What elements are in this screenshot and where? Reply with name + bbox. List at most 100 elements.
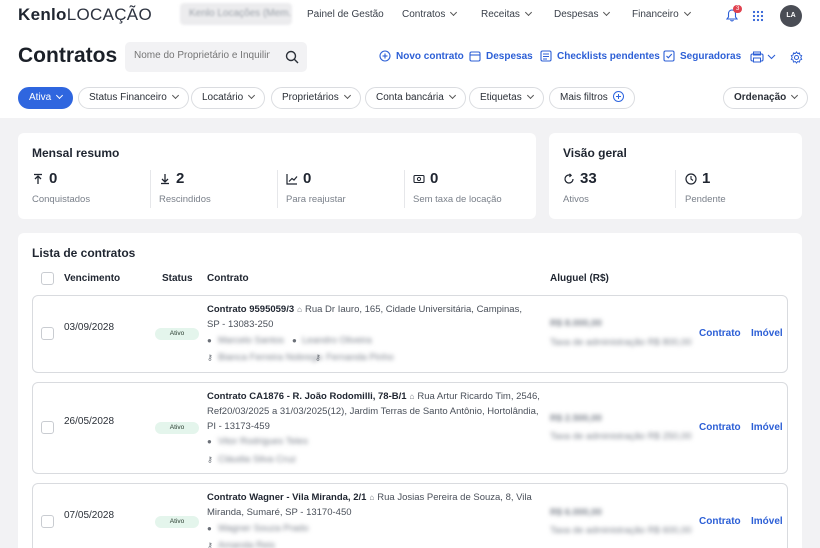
metric-rescindidos: 2 [159,170,184,187]
top-navbar: KenloLOCAÇÃO Kenlo Locações (Mem... Pain… [0,0,820,32]
person-icon: ● [207,437,212,446]
arrow-down-bar-icon [161,173,169,184]
search-box [125,42,307,72]
gear-icon[interactable] [790,51,803,64]
clock-icon [685,172,697,185]
filter-bank-account[interactable]: Conta bancária [365,87,466,109]
divider [404,170,405,208]
arrow-up-bar-icon [34,173,42,184]
search-input[interactable] [134,50,270,61]
metric-label: Sem taxa de locação [413,194,502,205]
notification-badge: 3 [733,5,743,13]
page-title: Contratos [18,44,118,67]
chevron-down-icon [343,91,351,100]
row-checkbox[interactable] [41,515,54,528]
refresh-icon [564,172,574,184]
home-icon: ⌂ [297,305,302,314]
rent-value: R$ 6.000,00 [550,507,602,518]
guarantor-name: Fernanda Pinho [326,352,394,363]
metric-label: Para reajustar [286,194,346,205]
more-filters-button[interactable]: Mais filtros [549,87,635,109]
column-status[interactable]: Status [162,273,193,284]
row-checkbox[interactable] [41,421,54,434]
company-selector[interactable]: Kenlo Locações (Mem... [180,3,292,25]
shield-check-icon [663,50,675,62]
nav-receitas[interactable]: Receitas [481,8,532,20]
user-avatar[interactable]: LA [780,5,802,27]
plus-circle-icon [379,50,391,62]
filter-active[interactable]: Ativa [18,87,74,109]
expenses-button[interactable]: Despesas [469,50,533,62]
trend-up-icon [286,173,298,185]
calendar-icon [469,51,481,62]
metric-para-reajustar: 0 [286,170,311,187]
admin-fee: Taxa de administração R$ 250,00 [550,431,692,442]
contract-link[interactable]: Contrato [699,328,741,339]
owner-name: Vitor Rodrigues Teles [218,436,308,447]
column-rent[interactable]: Aluguel (R$) [550,273,609,284]
nav-financeiro[interactable]: Financeiro [632,8,691,20]
chevron-down-icon [450,8,458,17]
kenlo-logo[interactable]: KenloLOCAÇÃO [18,5,152,25]
metric-ativos: 33 [563,170,597,187]
contract-info: Contrato 9595059/3 ⌂ Rua Dr Iauro, 165, Ci… [207,302,537,332]
admin-fee: Taxa de administração R$ 800,00 [550,337,692,348]
property-link[interactable]: Imóvel [751,328,783,339]
contract-id[interactable]: Contrato CA1876 - R. João Rodomilli, 78-… [207,391,407,402]
money-icon [413,174,425,183]
property-link[interactable]: Imóvel [751,422,783,433]
apps-grid-icon[interactable] [752,10,764,22]
rent-value: R$ 2.500,00 [550,413,602,424]
nav-despesas[interactable]: Despesas [554,8,611,20]
key-icon: ⚷ [207,455,213,464]
person-icon: ● [207,336,212,345]
guarantor-name: Amanda Reis [218,540,276,548]
admin-fee: Taxa de administração R$ 600,00 [550,525,692,536]
person-icon: ● [292,336,297,345]
chevron-down-icon [683,8,691,17]
filter-tenant[interactable]: Locatário [191,87,266,109]
new-contract-button[interactable]: Novo contrato [379,50,464,62]
contract-info: Contrato Wagner - Vila Miranda, 2/1 ⌂ Rua … [207,490,542,520]
contract-link[interactable]: Contrato [699,422,741,433]
filter-owners[interactable]: Proprietários [271,87,361,109]
select-all-checkbox[interactable] [41,272,54,285]
key-icon: ⚷ [207,541,213,548]
divider [277,170,278,208]
search-icon[interactable] [285,50,299,64]
checklists-button[interactable]: Checklists pendentes [540,50,660,62]
status-badge: Ativo [155,516,199,528]
metric-pendente: 1 [685,170,710,187]
contract-link[interactable]: Contrato [699,516,741,527]
filter-financial-status[interactable]: Status Financeiro [78,87,189,109]
chevron-down-icon [791,91,799,100]
guarantor-name: Cláudia Silva Cruz [218,454,297,465]
chevron-down-icon [526,91,534,100]
print-icon[interactable] [750,51,778,63]
due-date: 03/09/2028 [64,322,115,333]
row-checkbox[interactable] [41,327,54,340]
chevron-down-icon [248,91,256,100]
contract-id[interactable]: Contrato 9595059/3 [207,304,294,315]
nav-painel[interactable]: Painel de Gestão [307,9,384,20]
chevron-down-icon [603,8,611,17]
due-date: 07/05/2028 [64,510,115,521]
column-contract[interactable]: Contrato [207,273,249,284]
status-badge: Ativo [155,328,199,340]
sort-dropdown[interactable]: Ordenação [723,87,809,109]
chevron-down-icon [448,91,456,100]
chevron-down-icon [171,91,179,100]
contract-id[interactable]: Contrato Wagner - Vila Miranda, 2/1 [207,492,366,503]
divider [675,170,676,208]
owner-name: Marcelo Santos [218,335,285,346]
home-icon: ⌂ [409,392,415,401]
filter-tags[interactable]: Etiquetas [469,87,544,109]
insurers-button[interactable]: Seguradoras [663,50,741,62]
metric-sem-taxa: 0 [413,170,438,187]
owner-name: Wagner Souza Prado [218,523,309,534]
monthly-summary-title: Mensal resumo [32,146,120,160]
key-icon: ⚷ [315,353,321,362]
property-link[interactable]: Imóvel [751,516,783,527]
column-due[interactable]: Vencimento [64,273,120,284]
nav-contratos[interactable]: Contratos [402,8,458,20]
